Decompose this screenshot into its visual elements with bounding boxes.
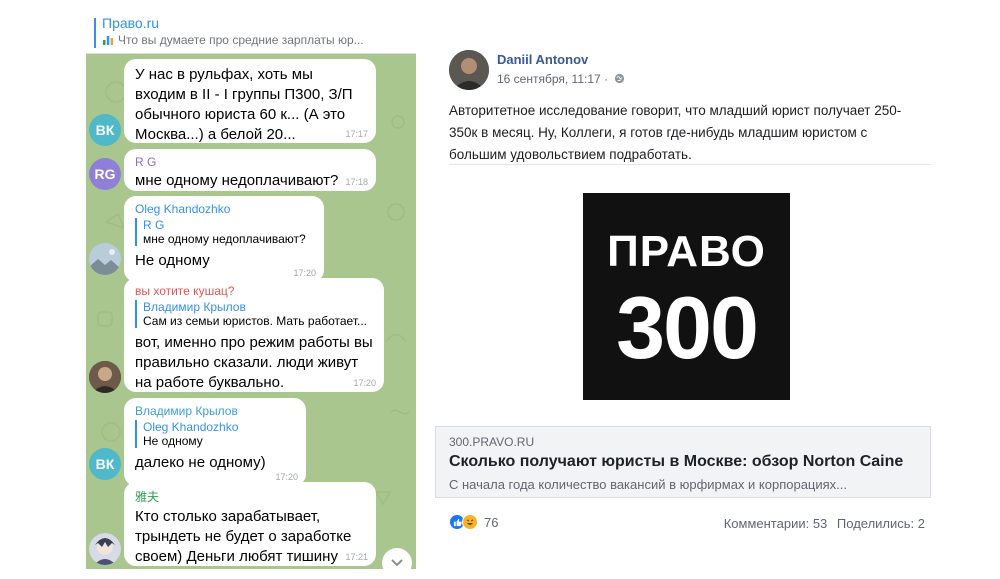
reply-text: Не одному <box>143 434 203 448</box>
logo-text-line2: 300 <box>616 278 759 377</box>
anime-avatar-icon <box>89 533 121 565</box>
message-sender[interactable]: 雅夫 <box>135 488 366 505</box>
avatar[interactable]: ВК <box>89 114 121 146</box>
pinned-title: Право.ru <box>102 15 160 31</box>
message-sender[interactable]: Oleg Khandozhko <box>135 202 314 216</box>
link-preview[interactable]: 300.PRAVO.RU Сколько получают юристы в М… <box>435 426 931 498</box>
message-sender[interactable]: R G <box>135 155 366 169</box>
facebook-post: Daniil Antonov 16 сентября, 11:17 · Авто… <box>435 38 935 548</box>
link-title[interactable]: Сколько получают юристы в Москве: обзор … <box>449 453 903 471</box>
landscape-photo-icon <box>89 243 121 275</box>
message-bubble[interactable]: Oleg Khandozhko R G мне одному недоплачи… <box>124 196 324 282</box>
avatar[interactable] <box>89 361 121 393</box>
message-bubble[interactable]: R G мне одному недоплачивают? 17:18 <box>124 149 376 191</box>
avatar[interactable] <box>89 533 121 565</box>
message-sender[interactable]: вы хотите кушац? <box>135 284 374 298</box>
telegram-chat-panel: Право.ru Что вы думаете про средние зарп… <box>86 12 416 569</box>
author-avatar[interactable] <box>449 50 489 90</box>
message-bubble[interactable]: Владимир Крылов Oleg Khandozhko Не одном… <box>124 398 306 486</box>
message-time: 17:21 <box>345 552 368 562</box>
reply-author: R G <box>143 218 165 232</box>
post-meta: 16 сентября, 11:17 · <box>497 72 625 86</box>
message-time: 17:20 <box>353 378 376 388</box>
pinned-message-bar[interactable]: Право.ru Что вы думаете про средние зарп… <box>86 12 416 54</box>
link-preview-image[interactable]: ПРАВО 300 <box>583 193 790 400</box>
message-text: мне одному недоплачивают? <box>135 172 339 189</box>
message-text: Не одному <box>135 252 210 269</box>
reply-text: Сам из семьи юристов. Мать работает... <box>143 314 367 328</box>
message-bubble[interactable]: 雅夫 Кто столько зарабатывает, трындеть не… <box>124 482 376 566</box>
pinned-preview: Что вы думаете про средние зарплаты юр..… <box>102 33 364 49</box>
message-text: вот, именно про режим работы вы правильн… <box>135 334 373 391</box>
link-domain: 300.PRAVO.RU <box>449 435 535 449</box>
logo-text-line1: ПРАВО <box>607 227 766 276</box>
post-stats: Комментарии: 53 Поделились: 2 <box>718 516 925 531</box>
avatar[interactable]: ВК <box>89 448 121 480</box>
message-time: 17:20 <box>275 472 298 482</box>
haha-reaction-icon <box>462 514 478 530</box>
reply-author: Владимир Крылов <box>143 300 246 314</box>
author-name[interactable]: Daniil Antonov <box>497 52 588 67</box>
post-date[interactable]: 16 сентября, 11:17 · <box>497 72 608 86</box>
globe-icon <box>615 73 625 84</box>
reply-text: мне одному недоплачивают? <box>143 232 306 246</box>
link-description: С начала года количество вакансий в юрфи… <box>449 477 848 492</box>
message-sender[interactable]: Владимир Крылов <box>135 404 296 418</box>
reply-quote[interactable]: Владимир Крылов Сам из семьи юристов. Ма… <box>135 300 374 328</box>
chevron-down-icon <box>391 559 403 567</box>
pinned-accent-bar <box>94 18 96 48</box>
pinned-preview-text: Что вы думаете про средние зарплаты юр..… <box>118 33 364 47</box>
reactions-summary[interactable]: 76 <box>449 514 498 530</box>
reactions-count: 76 <box>484 514 499 530</box>
divider <box>449 164 931 165</box>
reply-quote[interactable]: Oleg Khandozhko Не одному <box>135 420 296 448</box>
user-photo-icon <box>89 361 121 393</box>
avatar[interactable] <box>89 243 121 275</box>
message-text: Кто столько зарабатывает, трындеть не бу… <box>135 508 352 565</box>
message-bubble[interactable]: У нас в рульфах, хоть мы входим в II - I… <box>124 59 376 143</box>
message-time: 17:20 <box>293 268 316 278</box>
message-text: У нас в рульфах, хоть мы входим в II - I… <box>135 66 353 143</box>
message-bubble[interactable]: вы хотите кушац? Владимир Крылов Сам из … <box>124 278 384 392</box>
comments-count[interactable]: Комментарии: 53 <box>724 516 828 531</box>
message-text: далеко не одному) <box>135 454 266 471</box>
shares-count[interactable]: Поделились: 2 <box>837 516 925 531</box>
reply-author: Oleg Khandozhko <box>143 420 239 434</box>
message-time: 17:18 <box>345 177 368 187</box>
message-time: 17:17 <box>345 129 368 139</box>
avatar[interactable]: RG <box>89 158 121 190</box>
user-photo-icon <box>449 50 489 90</box>
poll-chart-icon <box>102 34 114 49</box>
reply-quote[interactable]: R G мне одному недоплачивают? <box>135 218 314 246</box>
post-text: Авторитетное исследование говорит, что м… <box>449 103 902 162</box>
